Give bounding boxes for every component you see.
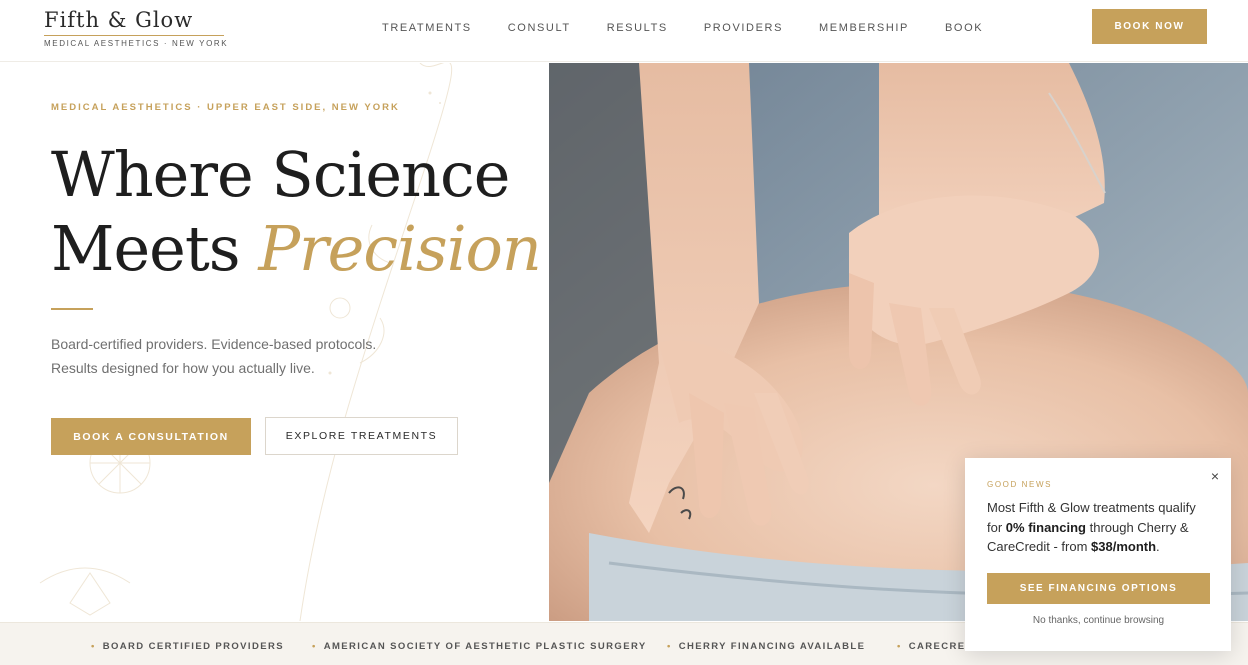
headline-line-2: Meets bbox=[51, 212, 259, 285]
book-consultation-button[interactable]: BOOK A CONSULTATION bbox=[51, 418, 251, 455]
bullet-icon: • bbox=[667, 641, 672, 652]
logo-divider bbox=[44, 35, 224, 36]
popup-eyebrow: GOOD NEWS bbox=[987, 480, 1053, 489]
trust-item: • AMERICAN SOCIETY OF AESTHETIC PLASTIC S… bbox=[312, 641, 647, 652]
nav-item-results[interactable]: RESULTS bbox=[607, 22, 668, 34]
nav-item-treatments[interactable]: TREATMENTS bbox=[382, 22, 472, 34]
popup-text: . bbox=[1156, 539, 1160, 554]
nav-item-providers[interactable]: PROVIDERS bbox=[704, 22, 783, 34]
trust-item: • CHERRY FINANCING AVAILABLE bbox=[667, 641, 865, 652]
logo[interactable]: Fifth & Glow MEDICAL AESTHETICS · NEW YO… bbox=[44, 8, 228, 48]
main-nav: TREATMENTS CONSULT RESULTS PROVIDERS MEM… bbox=[382, 22, 1019, 34]
close-icon[interactable]: × bbox=[1211, 468, 1219, 484]
explore-treatments-button[interactable]: EXPLORE TREATMENTS bbox=[265, 417, 458, 455]
hero-content: MEDICAL AESTHETICS · UPPER EAST SIDE, NE… bbox=[0, 63, 549, 621]
bullet-icon: • bbox=[897, 641, 902, 652]
trust-item-label: BOARD CERTIFIED PROVIDERS bbox=[102, 641, 284, 652]
nav-item-book[interactable]: BOOK bbox=[945, 22, 983, 34]
bullet-icon: • bbox=[312, 641, 317, 652]
headline-accent: Precision bbox=[258, 212, 542, 285]
popup-message: Most Fifth & Glow treatments qualify for… bbox=[987, 498, 1213, 557]
logo-tagline: MEDICAL AESTHETICS · NEW YORK bbox=[44, 39, 229, 48]
trust-item-label: AMERICAN SOCIETY OF AESTHETIC PLASTIC SU… bbox=[323, 641, 647, 652]
nav-item-membership[interactable]: MEMBERSHIP bbox=[819, 22, 909, 34]
hero-eyebrow: MEDICAL AESTHETICS · UPPER EAST SIDE, NE… bbox=[51, 102, 400, 113]
hero-subcopy: Board-certified providers. Evidence-base… bbox=[51, 332, 431, 380]
headline-line-1: Where Science bbox=[51, 138, 510, 211]
site-header: Fifth & Glow MEDICAL AESTHETICS · NEW YO… bbox=[0, 0, 1248, 62]
financing-popup: × GOOD NEWS Most Fifth & Glow treatments… bbox=[965, 458, 1231, 651]
logo-name: Fifth & Glow bbox=[44, 8, 194, 32]
subcopy-line-1: Board-certified providers. Evidence-base… bbox=[51, 336, 377, 352]
subcopy-line-2: Results designed for how you actually li… bbox=[51, 360, 315, 376]
dismiss-link[interactable]: No thanks, continue browsing bbox=[987, 615, 1210, 626]
popup-price: $38/month bbox=[1091, 539, 1157, 554]
trust-item: • BOARD CERTIFIED PROVIDERS bbox=[91, 641, 284, 652]
trust-item-label: CHERRY FINANCING AVAILABLE bbox=[678, 641, 866, 652]
book-now-button[interactable]: BOOK NOW bbox=[1092, 9, 1207, 44]
hero-headline: Where Science Meets Precision bbox=[51, 138, 542, 286]
hero-divider bbox=[51, 308, 93, 310]
nav-item-consult[interactable]: CONSULT bbox=[508, 22, 571, 34]
bullet-icon: • bbox=[91, 641, 96, 652]
see-financing-options-button[interactable]: SEE FINANCING OPTIONS bbox=[987, 573, 1210, 604]
popup-highlight: 0% financing bbox=[1005, 519, 1086, 535]
